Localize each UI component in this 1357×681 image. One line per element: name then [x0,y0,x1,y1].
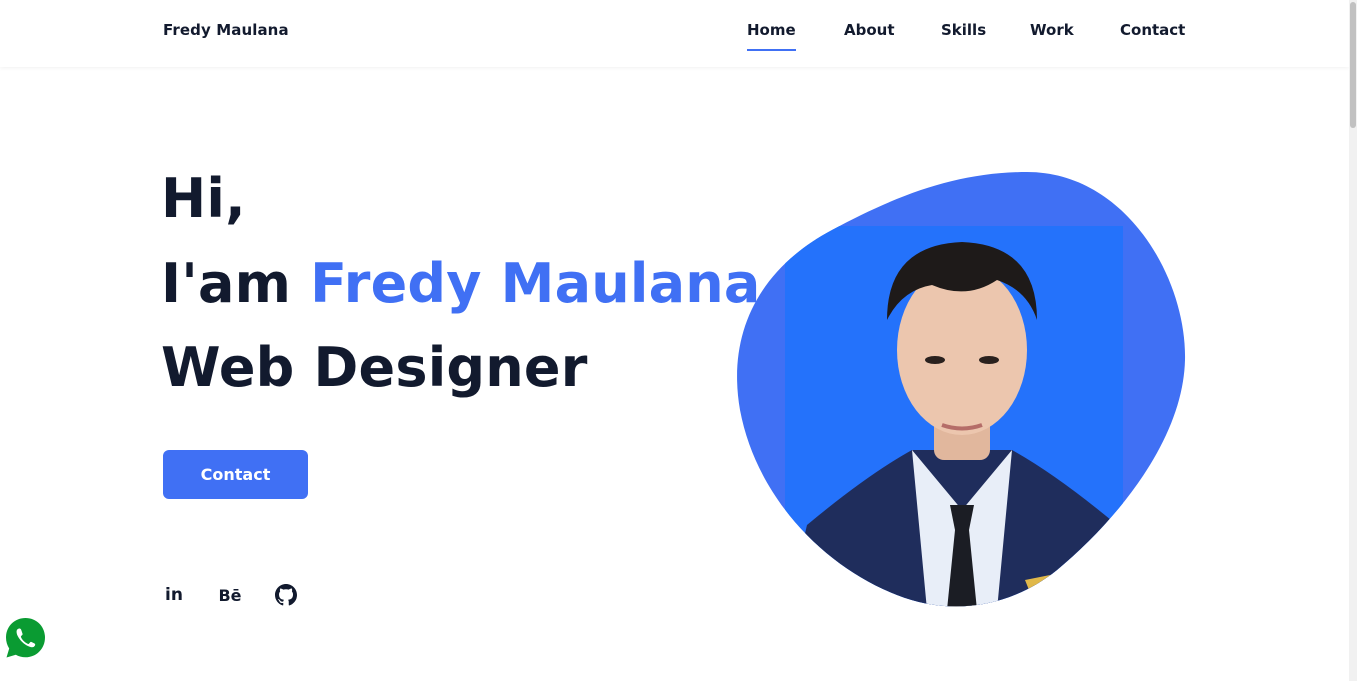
hero-role: Web Designer [161,336,588,399]
scrollbar-thumb[interactable] [1350,2,1356,128]
main-nav: Home About Skills Work Contact [0,21,1349,61]
linkedin-icon[interactable]: in [161,582,187,608]
profile-blob [737,170,1187,610]
whatsapp-icon[interactable] [5,617,46,659]
hero-intro: I'am Fredy Maulana [161,257,761,311]
nav-skills[interactable]: Skills [941,21,986,49]
whatsapp-glyph [6,618,45,658]
hero-greeting: Hi, [161,167,246,230]
behance-icon[interactable]: Bē [217,582,243,608]
profile-photo [737,172,1186,607]
hero-name: Fredy Maulana [310,252,761,315]
nav-home[interactable]: Home [747,21,796,51]
github-mark [275,584,297,606]
nav-work[interactable]: Work [1030,21,1074,49]
behance-label: Bē [218,585,242,605]
hero-intro-prefix: I'am [161,252,292,315]
site-header: Fredy Maulana Home About Skills Work Con… [0,0,1349,67]
page-scrollbar[interactable] [1349,0,1357,681]
github-icon[interactable] [273,582,299,608]
nav-about[interactable]: About [844,21,895,49]
linkedin-label: in [165,585,183,605]
contact-button[interactable]: Contact [163,450,308,499]
nav-contact[interactable]: Contact [1120,21,1185,49]
